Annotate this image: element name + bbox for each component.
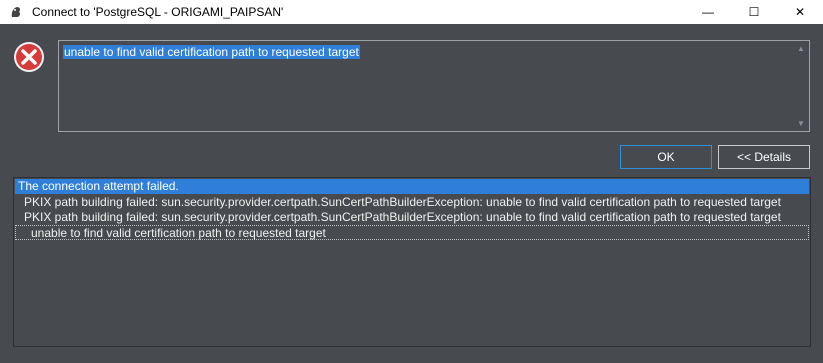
close-button[interactable]: ✕: [777, 0, 823, 24]
ok-button[interactable]: OK: [620, 145, 712, 169]
error-icon: [14, 42, 44, 72]
error-message: unable to find valid certification path …: [63, 45, 360, 59]
scroll-up-icon[interactable]: ▲: [797, 44, 805, 53]
details-list[interactable]: The connection attempt failed. PKIX path…: [13, 177, 811, 347]
connection-error-dialog: Connect to 'PostgreSQL - ORIGAMI_PAIPSAN…: [0, 0, 823, 363]
scroll-down-icon[interactable]: ▼: [797, 119, 805, 128]
details-row-focused[interactable]: unable to find valid certification path …: [15, 225, 809, 240]
minimize-button[interactable]: —: [685, 0, 731, 24]
details-button[interactable]: << Details: [718, 145, 810, 169]
message-scrollbar[interactable]: ▲ ▼: [794, 41, 809, 131]
window-title: Connect to 'PostgreSQL - ORIGAMI_PAIPSAN…: [32, 5, 284, 19]
window-controls: — ☐ ✕: [685, 0, 823, 24]
details-row-header[interactable]: The connection attempt failed.: [15, 179, 809, 194]
title-bar: Connect to 'PostgreSQL - ORIGAMI_PAIPSAN…: [0, 0, 823, 24]
details-row[interactable]: PKIX path building failed: sun.security.…: [15, 195, 809, 210]
maximize-button[interactable]: ☐: [731, 0, 777, 24]
app-icon: [8, 4, 24, 20]
details-row[interactable]: PKIX path building failed: sun.security.…: [15, 210, 809, 225]
message-box[interactable]: unable to find valid certification path …: [58, 40, 810, 132]
